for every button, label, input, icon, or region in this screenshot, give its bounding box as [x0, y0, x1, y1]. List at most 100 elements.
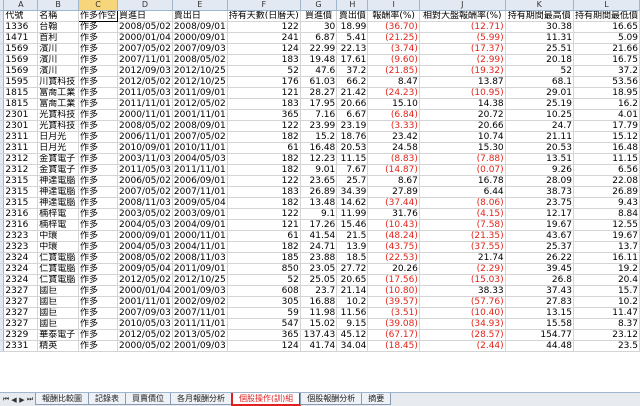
cell-g[interactable]: 6.87	[300, 32, 338, 44]
cell-d[interactable]: 2006/05/02	[117, 175, 173, 187]
cell-a[interactable]: 2312	[3, 164, 39, 176]
cell-d[interactable]: 2010/05/03	[117, 318, 173, 330]
cell-a[interactable]: 2327	[3, 285, 39, 297]
cell-d[interactable]: 2008/05/02	[117, 21, 173, 33]
cell-f[interactable]: 122	[227, 208, 301, 220]
cell-j[interactable]: 10.74	[419, 131, 506, 143]
cell-a[interactable]: 2315	[3, 197, 39, 209]
cell-b[interactable]: 神達電腦	[37, 186, 79, 198]
sheet-tab[interactable]: 摘要	[361, 393, 392, 405]
cell-f[interactable]: 59	[227, 307, 301, 319]
cell-b[interactable]: 華泰電子	[37, 329, 79, 341]
cell-k[interactable]: 9.26	[505, 164, 574, 176]
cell-c[interactable]: 作多	[78, 164, 119, 176]
column-header-j[interactable]: J	[419, 0, 506, 11]
cell-c[interactable]: 作多	[78, 131, 119, 143]
cell-k[interactable]: 27.83	[505, 296, 574, 308]
cell-h[interactable]: 11.56	[336, 307, 369, 319]
prev-sheet-icon[interactable]: ◀	[10, 396, 18, 404]
cell-l[interactable]: 4.01	[573, 109, 640, 121]
cell-f[interactable]: 121	[227, 219, 301, 231]
cell-i[interactable]: (48.24)	[367, 230, 420, 242]
cell-k[interactable]: 52	[505, 65, 574, 77]
cell-k[interactable]: 20.18	[505, 54, 574, 66]
cell-i[interactable]: (21.85)	[367, 65, 420, 77]
cell-c[interactable]: 作多	[78, 285, 119, 297]
cell-i[interactable]: (18.45)	[367, 340, 420, 352]
cell-d[interactable]: 2012/09/03	[117, 65, 173, 77]
cell-h[interactable]: 15.46	[336, 219, 369, 231]
cell-f[interactable]: 850	[227, 263, 301, 275]
cell-h[interactable]: 20.65	[336, 274, 369, 286]
cell-i[interactable]: 23.42	[367, 131, 420, 143]
cell-g[interactable]: 25.05	[300, 274, 338, 286]
cell-e[interactable]: 2011/09/01	[172, 263, 228, 275]
cell-h[interactable]: 21.5	[336, 230, 369, 242]
cell-i[interactable]: (17.56)	[367, 274, 420, 286]
cell-a[interactable]: 2324	[3, 252, 39, 264]
cell-j[interactable]: (21.35)	[419, 230, 506, 242]
cell-g[interactable]: 17.95	[300, 98, 338, 110]
cell-c[interactable]: 作多	[78, 329, 119, 341]
cell-j[interactable]: (34.93)	[419, 318, 506, 330]
cell-i[interactable]: 27.89	[367, 186, 420, 198]
cell-j[interactable]: (17.37)	[419, 43, 506, 55]
cell-k[interactable]: 44.48	[505, 340, 574, 352]
spreadsheet-grid[interactable]: ABCDEFGHIJKL 代號 名稱 作多作空 買進日 賣出日 持有天數(日曆天) 買進價賣…	[0, 0, 640, 392]
cell-a[interactable]: 1815	[3, 87, 39, 99]
cell-d[interactable]: 2000/09/01	[117, 230, 173, 242]
cell-a[interactable]: 1815	[3, 98, 39, 110]
cell-h[interactable]: 66.2	[336, 76, 369, 88]
cell-b[interactable]: 川寶科技	[37, 76, 79, 88]
cell-b[interactable]: 日月光	[37, 142, 79, 154]
cell-l[interactable]: 16.11	[573, 252, 640, 264]
cell-f[interactable]: 183	[227, 98, 301, 110]
cell-c[interactable]: 作多	[78, 296, 119, 308]
cell-i[interactable]: 31.76	[367, 208, 420, 220]
cell-k[interactable]: 26.22	[505, 252, 574, 264]
cell-j[interactable]: (10.40)	[419, 307, 506, 319]
cell-c[interactable]: 作多	[78, 175, 119, 187]
cell-h[interactable]: 21.14	[336, 285, 369, 297]
cell-b[interactable]: 濱川	[37, 54, 79, 66]
cell-h[interactable]: 6.67	[336, 109, 369, 121]
cell-l[interactable]: 53.56	[573, 76, 640, 88]
cell-f[interactable]: 121	[227, 87, 301, 99]
cell-i[interactable]: (14.87)	[367, 164, 420, 176]
cell-l[interactable]: 26.89	[573, 186, 640, 198]
cell-e[interactable]: 2008/09/01	[172, 120, 228, 132]
cell-i[interactable]: (39.08)	[367, 318, 420, 330]
cell-e[interactable]: 2008/09/01	[172, 21, 228, 33]
cell-e[interactable]: 2007/05/02	[172, 131, 228, 143]
cell-a[interactable]: 1471	[3, 32, 39, 44]
cell-j[interactable]: (28.57)	[419, 329, 506, 341]
cell-i[interactable]: 8.67	[367, 175, 420, 187]
cell-j[interactable]: 38.33	[419, 285, 506, 297]
cell-f[interactable]: 183	[227, 186, 301, 198]
cell-k[interactable]: 21.11	[505, 131, 574, 143]
cell-l[interactable]: 16.65	[573, 21, 640, 33]
cell-l[interactable]: 18.95	[573, 87, 640, 99]
column-header-d[interactable]: D	[117, 0, 173, 11]
cell-j[interactable]: 相對大盤報酬率(%)	[419, 10, 506, 22]
cell-g[interactable]: 41.74	[300, 340, 338, 352]
cell-c[interactable]: 作多	[78, 98, 119, 110]
cell-b[interactable]: 中環	[37, 241, 79, 253]
column-header-a[interactable]: A	[3, 0, 39, 11]
cell-g[interactable]: 9.1	[300, 208, 338, 220]
cell-b[interactable]: 日月光	[37, 131, 79, 143]
cell-e[interactable]: 2001/11/01	[172, 109, 228, 121]
column-header-g[interactable]: G	[300, 0, 338, 11]
cell-d[interactable]: 2011/11/01	[117, 98, 173, 110]
cell-i[interactable]: (3.33)	[367, 120, 420, 132]
cell-k[interactable]: 15.58	[505, 318, 574, 330]
cell-j[interactable]: (2.99)	[419, 54, 506, 66]
cell-h[interactable]: 11.15	[336, 153, 369, 165]
last-sheet-icon[interactable]: ⏭	[26, 395, 34, 404]
cell-e[interactable]: 2012/10/25	[172, 65, 228, 77]
cell-i[interactable]: (8.83)	[367, 153, 420, 165]
cell-a[interactable]: 2301	[3, 109, 39, 121]
cell-a[interactable]: 2315	[3, 186, 39, 198]
cell-k[interactable]: 38.73	[505, 186, 574, 198]
cell-l[interactable]: 5.09	[573, 32, 640, 44]
